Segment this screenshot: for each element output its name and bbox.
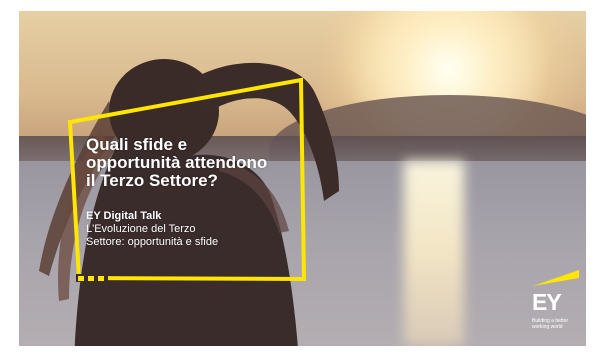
headline-line: il Terzo Settore? [86,171,218,190]
event-topic-line: Settore: opportunità e sfide [86,236,219,248]
tagline-line: working world [532,324,563,330]
headline: Quali sfide e opportunità attendono il T… [86,136,316,190]
event-subtitle: EY Digital Talk L'Evoluzione del Terzo S… [86,210,296,249]
event-topic-line: L'Evoluzione del Terzo [86,223,196,235]
slide: Quali sfide e opportunità attendono il T… [0,0,606,357]
headline-line: Quali sfide e [86,135,188,154]
headline-line: opportunità attendono [86,153,268,172]
ey-logo-tagline: Building a better working world [532,318,590,330]
event-name: EY Digital Talk [86,210,162,222]
ey-logo-mark: EY [532,289,562,315]
